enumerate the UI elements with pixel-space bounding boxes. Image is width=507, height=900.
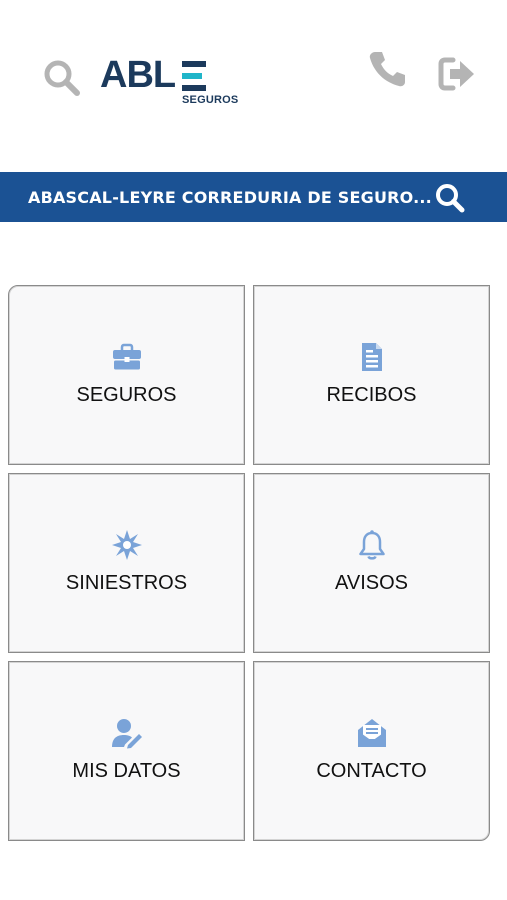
able-seguros-logo: ABL SEGUROS <box>100 56 240 108</box>
logo-subtitle: SEGUROS <box>182 94 239 106</box>
search-icon[interactable] <box>434 182 466 214</box>
tile-label: SEGUROS <box>76 384 177 406</box>
logout-icon[interactable] <box>438 56 476 92</box>
tile-label: MIS DATOS <box>72 760 181 782</box>
menu-tile-mis-datos[interactable]: MIS DATOS <box>8 661 245 841</box>
tile-label: RECIBOS <box>326 384 417 406</box>
logo-e-mark <box>182 61 206 91</box>
menu-tile-siniestros[interactable]: SINIESTROS <box>8 473 245 653</box>
menu-tile-avisos[interactable]: AVISOS <box>253 473 490 653</box>
document-icon <box>362 343 382 371</box>
burst-icon <box>112 530 142 560</box>
menu-tile-seguros[interactable]: SEGUROS <box>8 285 245 465</box>
briefcase-icon <box>113 343 141 370</box>
company-bar[interactable]: ABASCAL-LEYRE CORREDURIA DE SEGURO... <box>0 172 507 222</box>
main-menu-grid: SEGUROS RECIBOS SINIESTROS AVISOS MIS DA… <box>8 285 492 841</box>
search-icon[interactable] <box>42 58 82 98</box>
tile-label: CONTACTO <box>316 760 427 782</box>
company-name: ABASCAL-LEYRE CORREDURIA DE SEGURO... <box>28 187 432 207</box>
menu-tile-recibos[interactable]: RECIBOS <box>253 285 490 465</box>
envelope-open-icon <box>358 719 386 747</box>
phone-icon[interactable] <box>366 48 408 90</box>
tile-label: SINIESTROS <box>65 572 188 594</box>
app-header: ABL SEGUROS <box>0 0 507 172</box>
bell-icon <box>359 530 385 560</box>
logo-wordmark: ABL <box>100 54 176 96</box>
user-edit-icon <box>112 719 142 749</box>
tile-label: AVISOS <box>335 572 408 594</box>
menu-tile-contacto[interactable]: CONTACTO <box>253 661 490 841</box>
